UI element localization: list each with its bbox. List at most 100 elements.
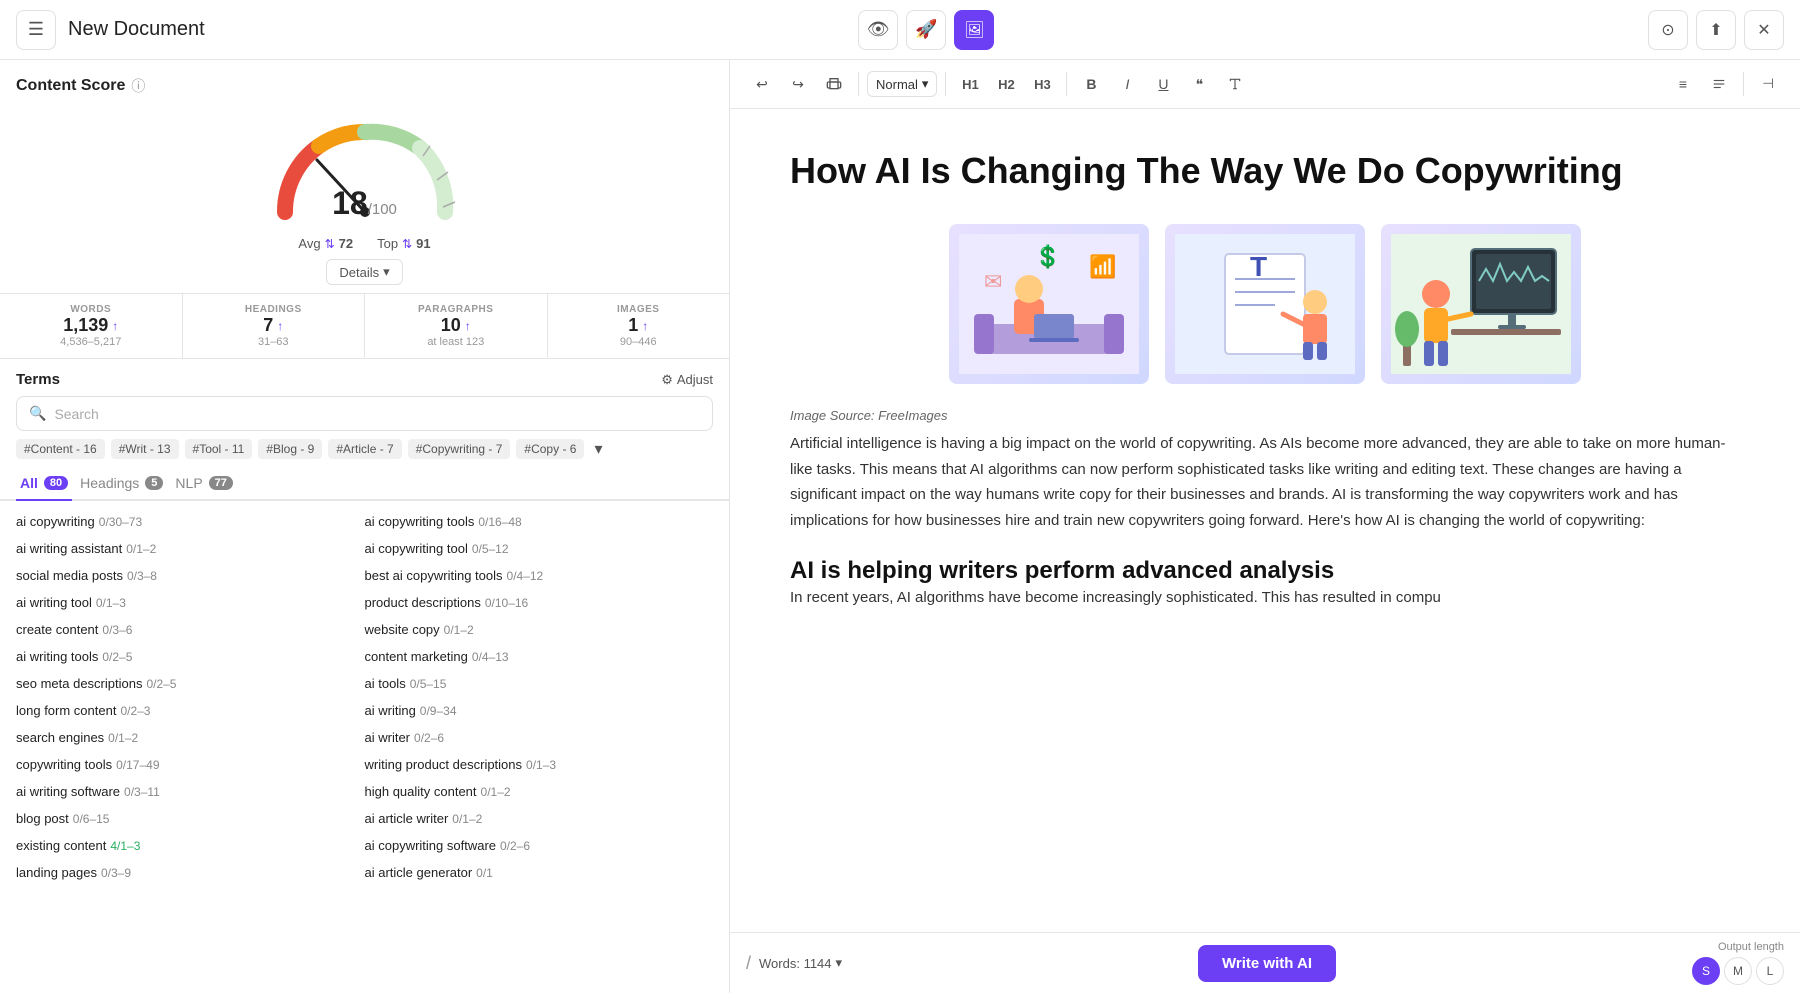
h1-button[interactable]: H1 (954, 68, 986, 100)
term-item: content marketing 0/4–13 (365, 646, 714, 667)
size-button-s[interactable]: S (1692, 957, 1720, 985)
term-name: landing pages (16, 865, 97, 880)
terms-title: Terms (16, 371, 60, 388)
italic-button[interactable]: I (1111, 68, 1143, 100)
stat-range: 4,536–5,217 (12, 336, 170, 348)
slash-label: / (746, 953, 751, 974)
search-icon: 🔍 (29, 405, 46, 422)
tag-filter[interactable]: #Writ - 13 (111, 439, 179, 459)
word-count-button[interactable]: Words: 1144 ▾ (759, 955, 842, 971)
term-item: existing content 4/1–3 (16, 835, 365, 856)
term-score: 0/5–15 (410, 677, 447, 691)
tab-all[interactable]: All80 (16, 467, 72, 501)
upload-button[interactable]: ⬆ (1696, 10, 1736, 50)
image-button[interactable]: 🖼 (954, 10, 994, 50)
term-name: ai tools (365, 676, 406, 691)
term-item: product descriptions 0/10–16 (365, 592, 714, 613)
stats-row: WORDS 1,139 ↑ 4,536–5,217 HEADINGS 7 ↑ 3… (0, 293, 729, 359)
search-input[interactable] (54, 406, 700, 422)
term-item: ai copywriting tool 0/5–12 (365, 538, 714, 559)
header: ☰ New Document 👁 🚀 🖼 ⊙ ⬆ ✕ (0, 0, 1800, 60)
document-title: New Document (68, 18, 205, 41)
term-item: seo meta descriptions 0/2–5 (16, 673, 365, 694)
tag-filter[interactable]: #Content - 16 (16, 439, 105, 459)
tag-filter[interactable]: #Copywriting - 7 (408, 439, 511, 459)
stat-label: WORDS (12, 304, 170, 315)
underline-button[interactable]: U (1147, 68, 1179, 100)
tag-filter[interactable]: #Copy - 6 (516, 439, 584, 459)
tag-filter[interactable]: #Article - 7 (328, 439, 401, 459)
print-button[interactable] (818, 68, 850, 100)
term-item: ai writing assistant 0/1–2 (16, 538, 365, 559)
undo-button[interactable]: ↩ (746, 68, 778, 100)
bottom-bar: / Words: 1144 ▾ Write with AI Output len… (730, 932, 1800, 993)
eye-icon: 👁 (867, 19, 890, 40)
word-count-label: Words: 1144 (759, 956, 832, 971)
align-button[interactable]: ≡ (1667, 68, 1699, 100)
settings-circle-button[interactable]: ⊙ (1648, 10, 1688, 50)
image-1: 📶 ✉ 💲 (949, 224, 1149, 384)
content-score-title: Content Score (16, 77, 125, 95)
close-button[interactable]: ✕ (1744, 10, 1784, 50)
term-score: 0/1–2 (108, 731, 138, 745)
h3-button[interactable]: H3 (1026, 68, 1058, 100)
term-item: blog post 0/6–15 (16, 808, 365, 829)
term-score: 0/1 (476, 866, 493, 880)
term-item: landing pages 0/3–9 (16, 862, 365, 883)
rocket-button[interactable]: 🚀 (906, 10, 946, 50)
gauge-avg-top: Avg ⇅ 72 Top ⇅ 91 (298, 232, 430, 259)
tab-nlp[interactable]: NLP77 (171, 467, 236, 501)
up-arrow-icon: ↑ (277, 319, 283, 333)
info-icon[interactable]: ⓘ (131, 76, 145, 96)
toolbar-right: ≡ ⊣ (1667, 68, 1784, 100)
stat-label: HEADINGS (195, 304, 353, 315)
gauge-score-denom: /100 (368, 201, 397, 218)
term-score: 0/30–73 (99, 515, 142, 529)
term-score: 0/3–6 (102, 623, 132, 637)
format2-button[interactable] (1219, 68, 1251, 100)
term-item: create content 0/3–6 (16, 619, 365, 640)
up-arrow-icon: ↑ (112, 319, 118, 333)
bold-button[interactable]: B (1075, 68, 1107, 100)
term-score: 0/16–48 (478, 515, 521, 529)
term-score: 0/1–2 (481, 785, 511, 799)
term-name: ai article generator (365, 865, 473, 880)
menu-button[interactable]: ☰ (16, 10, 56, 50)
eye-button[interactable]: 👁 (858, 10, 898, 50)
quote-button[interactable]: ❝ (1183, 68, 1215, 100)
size-button-m[interactable]: M (1724, 957, 1752, 985)
details-button[interactable]: Details ▾ (326, 259, 402, 285)
redo-button[interactable]: ↪ (782, 68, 814, 100)
adjust-button[interactable]: ⚙ Adjust (661, 372, 713, 388)
document-heading: How AI Is Changing The Way We Do Copywri… (790, 149, 1740, 192)
format-select[interactable]: Normal ▾ (867, 71, 937, 97)
image-source: Image Source: FreeImages (790, 408, 1740, 423)
image-3 (1381, 224, 1581, 384)
term-name: ai copywriting software (365, 838, 497, 853)
term-item: ai writing 0/9–34 (365, 700, 714, 721)
align2-button[interactable] (1703, 68, 1735, 100)
format-label: Normal (876, 77, 918, 92)
tag-expand-button[interactable]: ▾ (590, 439, 606, 459)
stat-value: 10 ↑ (377, 315, 535, 336)
h2-button[interactable]: H2 (990, 68, 1022, 100)
tag-filter[interactable]: #Blog - 9 (258, 439, 322, 459)
stat-range: at least 123 (377, 336, 535, 348)
term-item: best ai copywriting tools 0/4–12 (365, 565, 714, 586)
size-button-l[interactable]: L (1756, 957, 1784, 985)
term-name: product descriptions (365, 595, 481, 610)
adjust-icon: ⚙ (661, 372, 673, 388)
tab-headings[interactable]: Headings5 (76, 467, 167, 501)
term-score: 0/1–2 (126, 542, 156, 556)
tag-filter[interactable]: #Tool - 11 (185, 439, 253, 459)
editor-content[interactable]: How AI Is Changing The Way We Do Copywri… (730, 109, 1800, 932)
write-ai-button[interactable]: Write with AI (1198, 945, 1336, 982)
collapse-button[interactable]: ⊣ (1752, 68, 1784, 100)
term-name: ai writing tools (16, 649, 98, 664)
term-score: 0/1–2 (444, 623, 474, 637)
output-length: Output length SML (1692, 941, 1784, 985)
left-panel: Content Score ⓘ (0, 60, 730, 993)
term-score: 0/2–6 (414, 731, 444, 745)
term-item: search engines 0/1–2 (16, 727, 365, 748)
stat-cell: IMAGES 1 ↑ 90–446 (548, 294, 730, 358)
